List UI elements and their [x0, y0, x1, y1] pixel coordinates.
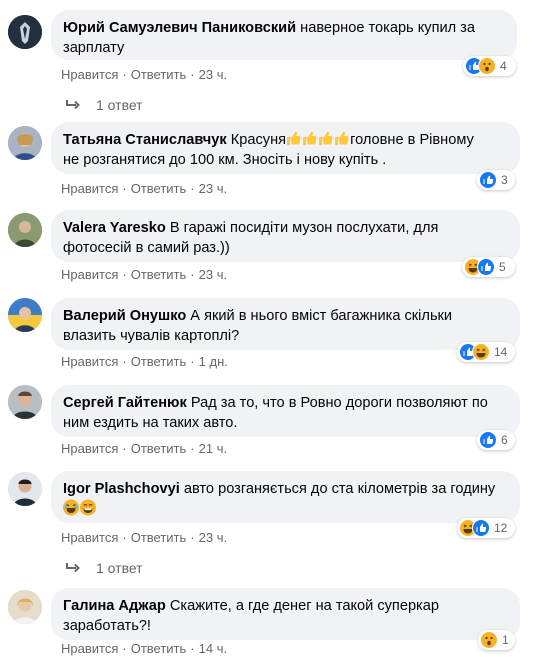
- haha-icon: [472, 343, 490, 361]
- reaction-count: 1: [502, 633, 509, 647]
- comment-bubble: Галина Аджар Скажите, а где денег на так…: [51, 588, 520, 640]
- like-icon: [479, 171, 497, 189]
- comment-author[interactable]: Юрий Самуэлевич Паниковский: [63, 20, 296, 36]
- avatar[interactable]: [8, 126, 42, 160]
- comment-author[interactable]: Галина Аджар: [63, 598, 166, 614]
- comment-text: Рад за то, что в Ровно дороги позволяют …: [190, 395, 488, 411]
- comment-actions: Нравится · Ответить · 14 ч.: [61, 641, 228, 656]
- reaction-summary[interactable]: 1: [478, 630, 515, 650]
- reaction-count: 14: [494, 345, 508, 359]
- comment-author[interactable]: Valera Yaresko: [63, 220, 166, 236]
- thumbs-up-emoji: [286, 131, 350, 148]
- view-replies[interactable]: 1 ответ: [66, 560, 143, 576]
- comment-author[interactable]: Валерий Онушко: [63, 308, 186, 324]
- reaction-count: 12: [494, 521, 508, 535]
- reply-link[interactable]: Ответить: [131, 441, 187, 456]
- comment-text: авто розганяється до ста кілометрів за г…: [183, 481, 496, 497]
- avatar[interactable]: [8, 298, 42, 332]
- reaction-summary[interactable]: 12: [457, 518, 515, 538]
- comment-text: зарплату: [63, 40, 125, 56]
- comment-actions: Нравится · Ответить · 23 ч.: [61, 181, 228, 196]
- reply-link[interactable]: Ответить: [131, 181, 187, 196]
- reply-link[interactable]: Ответить: [131, 530, 187, 545]
- comment-actions: Нравится · Ответить · 1 дн.: [61, 354, 228, 369]
- reaction-summary[interactable]: 5: [462, 257, 515, 277]
- comment-bubble: Юрий Самуэлевич Паниковский наверное ток…: [51, 10, 517, 60]
- comment-bubble: Igor Plashchovyi авто розганяється до ст…: [51, 471, 520, 523]
- comment-text: не розганятися до 100 км. Зносіть і нову…: [63, 152, 387, 168]
- like-link[interactable]: Нравится: [61, 181, 118, 196]
- laughing-emoji: [63, 499, 97, 517]
- comment-bubble: Valera Yaresko В гаражі посидіти музон п…: [51, 210, 520, 262]
- reply-arrow-icon: [66, 100, 80, 110]
- timestamp[interactable]: 23 ч.: [199, 530, 227, 545]
- timestamp[interactable]: 21 ч.: [199, 441, 227, 456]
- reply-link[interactable]: Ответить: [131, 67, 187, 82]
- comment-bubble: Сергей Гайтенюк Рад за то, что в Ровно д…: [51, 385, 520, 437]
- timestamp[interactable]: 23 ч.: [199, 181, 227, 196]
- avatar[interactable]: [8, 213, 42, 247]
- comment-author[interactable]: Igor Plashchovyi: [63, 481, 180, 497]
- like-link[interactable]: Нравится: [61, 441, 118, 456]
- comment-text: Скажите, а где денег на такой суперкар: [169, 598, 439, 614]
- reply-arrow-icon: [66, 563, 80, 573]
- comment-author[interactable]: Татьяна Станиславчук: [63, 132, 227, 148]
- reaction-count: 5: [499, 260, 506, 274]
- wow-icon: [480, 631, 498, 649]
- comment-actions: Нравится · Ответить · 23 ч.: [61, 530, 228, 545]
- like-link[interactable]: Нравится: [61, 67, 118, 82]
- like-link[interactable]: Нравится: [61, 530, 118, 545]
- comment-text: А який в нього вміст багажника скільки: [190, 308, 453, 324]
- comment-bubble: Татьяна Станиславчук Красуня головне в Рі…: [51, 122, 520, 174]
- avatar[interactable]: [8, 590, 42, 624]
- reaction-summary[interactable]: 14: [457, 342, 515, 362]
- comment-text: Красуня: [230, 132, 287, 148]
- view-replies[interactable]: 1 ответ: [66, 97, 143, 113]
- comment-text: головне в Рівному: [350, 132, 474, 148]
- reaction-count: 6: [501, 433, 508, 447]
- like-icon: [477, 258, 495, 276]
- like-link[interactable]: Нравится: [61, 354, 118, 369]
- timestamp[interactable]: 23 ч.: [199, 267, 227, 282]
- reaction-count: 3: [501, 173, 508, 187]
- reply-link[interactable]: Ответить: [131, 267, 187, 282]
- like-icon: [479, 431, 497, 449]
- comment-text: наверное токарь купил за: [300, 20, 475, 36]
- comment-actions: Нравится · Ответить · 23 ч.: [61, 67, 228, 82]
- replies-count[interactable]: 1 ответ: [96, 97, 143, 113]
- like-link[interactable]: Нравится: [61, 267, 118, 282]
- replies-count[interactable]: 1 ответ: [96, 560, 143, 576]
- comment-actions: Нравится · Ответить · 21 ч.: [61, 441, 228, 456]
- like-icon: [472, 519, 490, 537]
- avatar[interactable]: [8, 15, 42, 49]
- comment-text: влазить чувалів картоплі?: [63, 328, 240, 344]
- reply-link[interactable]: Ответить: [131, 354, 187, 369]
- comment-bubble: Валерий Онушко А який в нього вміст бага…: [51, 298, 520, 350]
- comment-text: В гаражі посидіти музон послухати, для: [169, 220, 439, 236]
- reaction-summary[interactable]: 3: [477, 170, 515, 190]
- avatar[interactable]: [8, 385, 42, 419]
- timestamp[interactable]: 23 ч.: [199, 67, 227, 82]
- reaction-count: 4: [500, 59, 507, 73]
- comment-author[interactable]: Сергей Гайтенюк: [63, 395, 187, 411]
- comment-text: фотосесій в самий раз.)): [63, 240, 230, 256]
- timestamp[interactable]: 1 дн.: [199, 354, 228, 369]
- comment-actions: Нравится · Ответить · 23 ч.: [61, 267, 228, 282]
- comment-text: ним ездить на таких авто.: [63, 415, 238, 431]
- avatar[interactable]: [8, 472, 42, 506]
- comment-text: заработать?!: [63, 618, 151, 634]
- reaction-summary[interactable]: 6: [477, 430, 515, 450]
- reaction-summary[interactable]: 4: [463, 56, 516, 76]
- wow-icon: [478, 57, 496, 75]
